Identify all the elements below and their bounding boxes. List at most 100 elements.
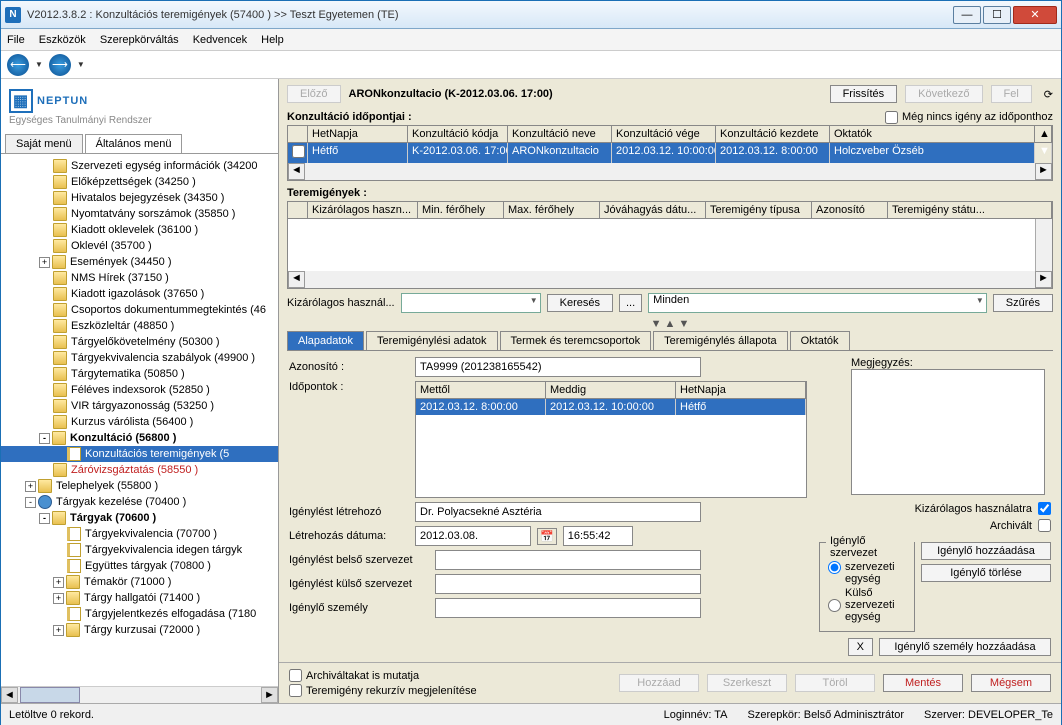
- navigation-tree[interactable]: Szervezeti egység információk (34200Elők…: [1, 154, 278, 686]
- tree-item[interactable]: Hivatalos bejegyzések (34350 ): [1, 190, 278, 206]
- delete-button[interactable]: Töröl: [795, 674, 875, 692]
- grid-room-requests[interactable]: Kizárólagos haszn... Min. férőhely Max. …: [287, 201, 1053, 289]
- prev-button[interactable]: Előző: [287, 85, 341, 103]
- nav-forward-button[interactable]: ⟶: [49, 54, 71, 76]
- tree-item[interactable]: Csoportos dokumentummegtekintés (46: [1, 302, 278, 318]
- close-button[interactable]: ✕: [1013, 6, 1057, 24]
- dots-button[interactable]: ...: [619, 294, 642, 312]
- note-textarea[interactable]: [851, 369, 1045, 495]
- tree-item[interactable]: -Konzultáció (56800 ): [1, 430, 278, 446]
- splitter[interactable]: ▼ ▲ ▼: [279, 317, 1061, 331]
- exclusive-checkbox[interactable]: [1038, 502, 1051, 515]
- grid1-hscroll[interactable]: ◄►: [288, 163, 1052, 180]
- up-button[interactable]: Fel: [991, 85, 1032, 103]
- search-button[interactable]: Keresés: [547, 294, 613, 312]
- tree-item[interactable]: Oklevél (35700 ): [1, 238, 278, 254]
- date-field[interactable]: [415, 526, 531, 546]
- edit-button[interactable]: Szerkeszt: [707, 674, 787, 692]
- grid1-vscroll-up[interactable]: ▲: [1035, 126, 1052, 142]
- tree-item[interactable]: Konzultációs teremigények (5: [1, 446, 278, 462]
- grid2-hscroll[interactable]: ◄►: [288, 271, 1052, 288]
- maximize-button[interactable]: ☐: [983, 6, 1011, 24]
- grid1-vscroll-down[interactable]: ▼: [1035, 143, 1052, 163]
- minimize-button[interactable]: —: [953, 6, 981, 24]
- times-grid[interactable]: Mettől Meddig HetNapja 2012.03.12. 8:00:…: [415, 381, 807, 498]
- tree-item[interactable]: +Témakör (71000 ): [1, 574, 278, 590]
- tab-basedata[interactable]: Alapadatok: [287, 331, 364, 350]
- nav-back-button[interactable]: ⟵: [7, 54, 29, 76]
- tree-item[interactable]: Kiadott igazolások (37650 ): [1, 286, 278, 302]
- scroll-right-icon[interactable]: ►: [261, 687, 278, 703]
- show-archived-checkbox[interactable]: Archiváltakat is mutatja: [289, 669, 477, 682]
- next-button[interactable]: Következő: [905, 85, 982, 103]
- tree-item[interactable]: Záróvizsgáztatás (58550 ): [1, 462, 278, 478]
- tree-item[interactable]: -Tárgyak (70600 ): [1, 510, 278, 526]
- refresh-button[interactable]: Frissítés: [830, 85, 898, 103]
- tab-status[interactable]: Teremigénylés állapota: [653, 331, 788, 350]
- table-row[interactable]: Hétfő K-2012.03.06. 17:00 ARONkonzultaci…: [288, 143, 1052, 163]
- id-field[interactable]: [415, 357, 701, 377]
- exclusive-combo[interactable]: [401, 293, 541, 313]
- tree-item[interactable]: Szervezeti egység információk (34200: [1, 158, 278, 174]
- tree-hscrollbar[interactable]: ◄ ►: [1, 686, 278, 703]
- tree-item[interactable]: +Események (34450 ): [1, 254, 278, 270]
- scroll-thumb[interactable]: [20, 687, 80, 703]
- tree-item[interactable]: Előképzettségek (34250 ): [1, 174, 278, 190]
- tree-item[interactable]: +Tárgy kurzusai (72000 ): [1, 622, 278, 638]
- add-requester-button[interactable]: Igénylő hozzáadása: [921, 542, 1051, 560]
- tree-item[interactable]: Kurzus várólista (56400 ): [1, 414, 278, 430]
- tree-item[interactable]: Tárgyekvivalencia (70700 ): [1, 526, 278, 542]
- delete-requester-button[interactable]: Igénylő törlése: [921, 564, 1051, 582]
- save-button[interactable]: Mentés: [883, 674, 963, 692]
- pin-icon[interactable]: ⟳: [1044, 88, 1053, 101]
- scroll-left-icon[interactable]: ◄: [1, 687, 18, 703]
- tree-item[interactable]: Tárgyekvivalencia szabályok (49900 ): [1, 350, 278, 366]
- tree-item[interactable]: Tárgyelőkövetelmény (50300 ): [1, 334, 278, 350]
- tree-item[interactable]: Eszközleltár (48850 ): [1, 318, 278, 334]
- person-field[interactable]: [435, 598, 701, 618]
- no-need-checkbox[interactable]: Még nincs igény az időponthoz: [885, 111, 1053, 124]
- nav-forward-dropdown[interactable]: ▼: [77, 60, 85, 69]
- tree-item[interactable]: VIR tárgyazonosság (53250 ): [1, 398, 278, 414]
- radio-outer-org[interactable]: Külső szervezeti egység: [828, 587, 906, 623]
- x-button[interactable]: X: [848, 638, 873, 656]
- tab-request-data[interactable]: Teremigénylési adatok: [366, 331, 497, 350]
- menu-favorites[interactable]: Kedvencek: [193, 34, 247, 46]
- add-person-button[interactable]: Igénylő személy hozzáadása: [879, 638, 1051, 656]
- time-field[interactable]: [563, 526, 633, 546]
- inner-org-field[interactable]: [435, 550, 701, 570]
- row-checkbox[interactable]: [292, 145, 305, 158]
- tab-general-menu[interactable]: Általános menü: [85, 134, 183, 153]
- tree-item[interactable]: -Tárgyak kezelése (70400 ): [1, 494, 278, 510]
- menu-tools[interactable]: Eszközök: [39, 34, 86, 46]
- recursive-checkbox[interactable]: Teremigény rekurzív megjelenítése: [289, 684, 477, 697]
- tree-item[interactable]: Tárgyekvivalencia idegen tárgyk: [1, 542, 278, 558]
- tree-item[interactable]: +Telephelyek (55800 ): [1, 478, 278, 494]
- grid-consultation-times[interactable]: HetNapja Konzultáció kódja Konzultáció n…: [287, 125, 1053, 181]
- menu-rolechange[interactable]: Szerepkörváltás: [100, 34, 179, 46]
- tree-item[interactable]: Kiadott oklevelek (36100 ): [1, 222, 278, 238]
- tree-item[interactable]: Féléves indexsorok (52850 ): [1, 382, 278, 398]
- tree-item[interactable]: NMS Hírek (37150 ): [1, 270, 278, 286]
- tree-item[interactable]: Tárgyjelentkezés elfogadása (7180: [1, 606, 278, 622]
- outer-org-field[interactable]: [435, 574, 701, 594]
- table-row[interactable]: 2012.03.12. 8:00:00 2012.03.12. 10:00:00…: [416, 399, 806, 415]
- tree-item[interactable]: Nyomtatvány sorszámok (35850 ): [1, 206, 278, 222]
- filter-button[interactable]: Szűrés: [993, 294, 1053, 312]
- all-combo[interactable]: Minden: [648, 293, 987, 313]
- datepicker-icon[interactable]: 📅: [537, 528, 557, 545]
- nav-back-dropdown[interactable]: ▼: [35, 60, 43, 69]
- tree-item[interactable]: Tárgytematika (50850 ): [1, 366, 278, 382]
- tab-own-menu[interactable]: Saját menü: [5, 134, 83, 153]
- grid2-vscroll[interactable]: [1035, 219, 1052, 271]
- tab-teachers[interactable]: Oktatók: [790, 331, 850, 350]
- menu-file[interactable]: File: [7, 34, 25, 46]
- add-button[interactable]: Hozzáad: [619, 674, 699, 692]
- menu-help[interactable]: Help: [261, 34, 284, 46]
- tab-rooms[interactable]: Termek és teremcsoportok: [500, 331, 652, 350]
- creator-field[interactable]: [415, 502, 701, 522]
- archived-checkbox[interactable]: [1038, 519, 1051, 532]
- tree-item[interactable]: +Tárgy hallgatói (71400 ): [1, 590, 278, 606]
- cancel-button[interactable]: Mégsem: [971, 674, 1051, 692]
- tree-item[interactable]: Együttes tárgyak (70800 ): [1, 558, 278, 574]
